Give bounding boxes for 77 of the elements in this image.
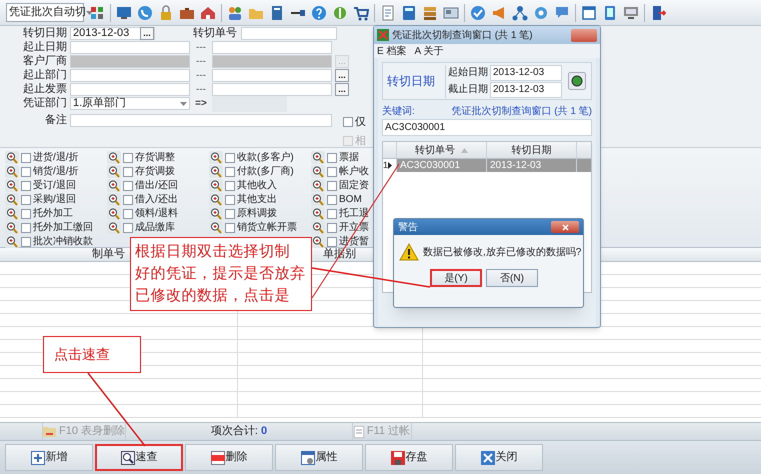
field-label: 转切单号 <box>193 26 238 42</box>
total-label: 项次合计: <box>210 424 258 440</box>
result-summary: 凭证批次切制查询窗口 (共 1 笔) <box>451 104 592 119</box>
callout-text: 根据日期双击选择切制 <box>135 242 291 262</box>
checkbox-label: 进货/退/折 <box>33 150 79 165</box>
date-field[interactable]: 2013-12-03 <box>490 64 562 80</box>
checkbox-label: 收款(多客户) <box>237 150 294 165</box>
field-label: 备注 <box>44 112 68 128</box>
checkbox-label: 成品缴库 <box>135 220 175 235</box>
toolbar-button[interactable]: 属性 <box>275 444 363 471</box>
callout-text: 好的凭证，提示是否放弃 <box>135 264 306 284</box>
toolbar-button[interactable]: 关闭 <box>455 444 543 471</box>
checkbox-label: 相 <box>355 134 366 148</box>
checkbox-label: 销货立帐开票 <box>237 220 297 235</box>
dialog-button[interactable]: 否(N) <box>486 269 538 287</box>
checkbox-label: 采购/退回 <box>33 192 76 207</box>
field-label: 截止日期 <box>448 82 488 97</box>
checkbox-label: 销货/退/折 <box>33 164 79 179</box>
checkbox-label: BOM <box>339 193 362 207</box>
callout-text: 点击速查 <box>54 345 111 363</box>
field-label: 起止日期 <box>22 40 68 54</box>
checkbox-label: 受订/退回 <box>33 178 76 193</box>
range-separator: --- <box>195 69 207 83</box>
field-label: 起止发票 <box>22 82 68 96</box>
toolbar-button[interactable]: 存盘 <box>365 444 453 471</box>
keyword-field[interactable]: AC3C030001 <box>382 119 592 136</box>
browse-button[interactable]: ... <box>335 69 349 82</box>
arrow-text: => <box>194 97 208 111</box>
checkbox-label: 借出/还回 <box>135 178 178 193</box>
checkbox-label: 托外加工 <box>33 206 73 221</box>
table-row[interactable]: 1 AC3C030001 2013-12-03 <box>383 159 591 172</box>
checkbox-label: 托外加工缴回 <box>33 220 93 235</box>
window-title: 凭证批次切制查询窗口 (共 1 笔) <box>392 28 534 42</box>
menu-item[interactable]: A 关于 <box>414 44 444 58</box>
table-cell: AC3C030001 <box>397 159 487 172</box>
column-header[interactable]: 转切日期 <box>512 142 552 158</box>
browse-button[interactable]: ... <box>140 27 154 40</box>
range-separator: --- <box>195 41 207 55</box>
field-label: 客户厂商 <box>22 54 68 68</box>
checkbox-label: 帐户收 <box>339 164 369 179</box>
column-header[interactable]: 转切单号 <box>415 142 455 158</box>
checkbox-label: 领料/退料 <box>135 206 178 221</box>
field-label: 关键词: <box>382 104 415 119</box>
date-field[interactable]: 2013-12-03 <box>490 82 562 98</box>
checkbox-label: 其他支出 <box>237 192 277 207</box>
range-separator: --- <box>195 55 207 69</box>
group-label: 转切日期 <box>386 73 436 90</box>
checkbox-label: 原料调拨 <box>237 206 277 221</box>
browse-button[interactable]: ... <box>335 83 349 96</box>
checkbox-label: 借入/还出 <box>135 192 178 207</box>
checkbox-label: 票据 <box>339 151 359 165</box>
callout-text: 已修改的数据，点击是 <box>135 286 291 306</box>
checkbox-label: 付款(多厂商) <box>237 164 294 179</box>
dialog-button[interactable]: 是(Y) <box>430 269 482 287</box>
field-label: 转切日期 <box>22 26 68 41</box>
menu-item[interactable]: E 档案 <box>377 44 406 58</box>
column-header[interactable]: 制单号 <box>92 246 125 263</box>
checkbox-label: 其他收入 <box>237 178 277 193</box>
checkbox-label: 存货调拨 <box>135 165 175 179</box>
date-field[interactable]: 2013-12-03 ... <box>70 27 155 40</box>
checkbox-label: 固定资 <box>339 178 369 193</box>
total-value: 0 <box>260 424 268 440</box>
field-label: 起始日期 <box>448 66 488 80</box>
window-title: 警告 <box>398 220 418 234</box>
checkbox-label: 批次冲销收款 <box>33 234 93 248</box>
field-label: 凭证部门 <box>22 96 68 112</box>
warning-message: 数据已被修改,放弃已修改的数据吗? <box>423 246 582 260</box>
toolbar-button[interactable]: 速查 <box>95 444 183 471</box>
checkbox-label: 存货调整 <box>135 151 175 165</box>
toolbar-button[interactable]: 删除 <box>185 444 273 471</box>
toolbar-button[interactable]: 新增 <box>5 444 93 471</box>
checkbox-label: 仅 <box>355 115 366 130</box>
row-number: 1 <box>383 158 388 172</box>
field-label: 起止部门 <box>22 68 68 83</box>
table-cell: 2013-12-03 <box>487 159 577 172</box>
dropdown-field[interactable]: 1.原单部门 <box>70 97 190 110</box>
range-separator: --- <box>195 83 207 97</box>
